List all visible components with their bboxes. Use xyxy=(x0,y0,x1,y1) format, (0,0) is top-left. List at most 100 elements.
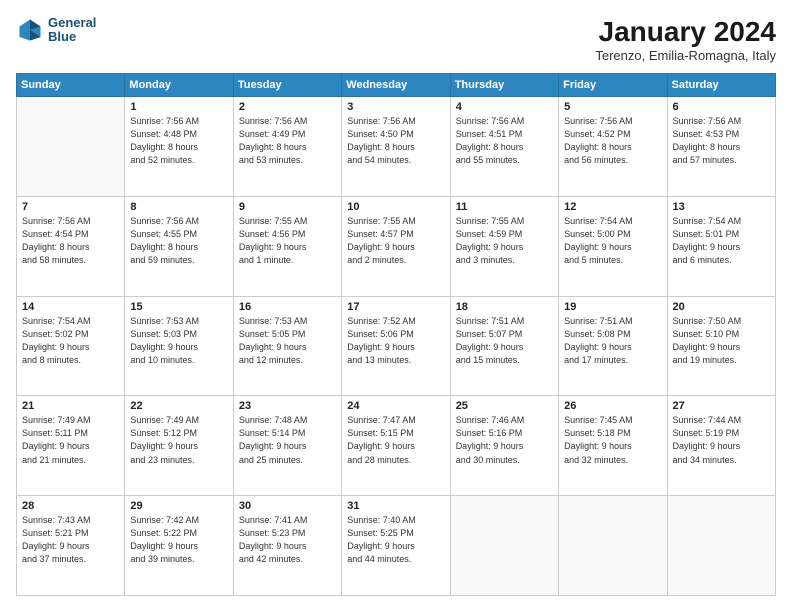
day-info: Sunrise: 7:49 AMSunset: 5:11 PMDaylight:… xyxy=(22,414,119,466)
day-number: 24 xyxy=(347,400,444,412)
day-info: Sunrise: 7:48 AMSunset: 5:14 PMDaylight:… xyxy=(239,414,336,466)
day-number: 23 xyxy=(239,400,336,412)
day-info: Sunrise: 7:56 AMSunset: 4:54 PMDaylight:… xyxy=(22,215,119,267)
day-number: 31 xyxy=(347,500,444,512)
col-sunday: Sunday xyxy=(17,74,125,97)
day-number: 8 xyxy=(130,201,227,213)
table-row: 15 Sunrise: 7:53 AMSunset: 5:03 PMDayligh… xyxy=(125,296,233,396)
table-row: 24 Sunrise: 7:47 AMSunset: 5:15 PMDayligh… xyxy=(342,396,450,496)
header: General Blue January 2024 Terenzo, Emili… xyxy=(16,16,776,63)
day-number: 16 xyxy=(239,301,336,313)
day-info: Sunrise: 7:45 AMSunset: 5:18 PMDaylight:… xyxy=(564,414,661,466)
calendar-week-row: 21 Sunrise: 7:49 AMSunset: 5:11 PMDayligh… xyxy=(17,396,776,496)
day-number: 25 xyxy=(456,400,553,412)
calendar-week-row: 7 Sunrise: 7:56 AMSunset: 4:54 PMDaylight… xyxy=(17,196,776,296)
day-info: Sunrise: 7:56 AMSunset: 4:53 PMDaylight:… xyxy=(673,115,770,167)
col-friday: Friday xyxy=(559,74,667,97)
day-info: Sunrise: 7:50 AMSunset: 5:10 PMDaylight:… xyxy=(673,315,770,367)
day-number: 29 xyxy=(130,500,227,512)
logo: General Blue xyxy=(16,16,96,45)
day-info: Sunrise: 7:53 AMSunset: 5:03 PMDaylight:… xyxy=(130,315,227,367)
day-number: 4 xyxy=(456,101,553,113)
day-number: 10 xyxy=(347,201,444,213)
day-info: Sunrise: 7:53 AMSunset: 5:05 PMDaylight:… xyxy=(239,315,336,367)
table-row: 14 Sunrise: 7:54 AMSunset: 5:02 PMDayligh… xyxy=(17,296,125,396)
day-number: 2 xyxy=(239,101,336,113)
day-info: Sunrise: 7:51 AMSunset: 5:07 PMDaylight:… xyxy=(456,315,553,367)
logo-icon xyxy=(16,16,44,44)
table-row: 10 Sunrise: 7:55 AMSunset: 4:57 PMDayligh… xyxy=(342,196,450,296)
table-row xyxy=(559,496,667,596)
day-number: 5 xyxy=(564,101,661,113)
day-info: Sunrise: 7:49 AMSunset: 5:12 PMDaylight:… xyxy=(130,414,227,466)
day-info: Sunrise: 7:56 AMSunset: 4:55 PMDaylight:… xyxy=(130,215,227,267)
day-number: 30 xyxy=(239,500,336,512)
day-info: Sunrise: 7:47 AMSunset: 5:15 PMDaylight:… xyxy=(347,414,444,466)
table-row xyxy=(667,496,775,596)
day-info: Sunrise: 7:56 AMSunset: 4:52 PMDaylight:… xyxy=(564,115,661,167)
day-info: Sunrise: 7:55 AMSunset: 4:56 PMDaylight:… xyxy=(239,215,336,267)
day-info: Sunrise: 7:40 AMSunset: 5:25 PMDaylight:… xyxy=(347,514,444,566)
page: General Blue January 2024 Terenzo, Emili… xyxy=(0,0,792,612)
table-row: 13 Sunrise: 7:54 AMSunset: 5:01 PMDayligh… xyxy=(667,196,775,296)
table-row: 7 Sunrise: 7:56 AMSunset: 4:54 PMDaylight… xyxy=(17,196,125,296)
col-monday: Monday xyxy=(125,74,233,97)
table-row: 28 Sunrise: 7:43 AMSunset: 5:21 PMDayligh… xyxy=(17,496,125,596)
day-number: 28 xyxy=(22,500,119,512)
table-row: 12Sunrise: 7:54 AMSunset: 5:00 PMDayligh… xyxy=(559,196,667,296)
day-number: 21 xyxy=(22,400,119,412)
day-info: Sunrise: 7:43 AMSunset: 5:21 PMDaylight:… xyxy=(22,514,119,566)
day-number: 1 xyxy=(130,101,227,113)
day-info: Sunrise: 7:56 AMSunset: 4:49 PMDaylight:… xyxy=(239,115,336,167)
table-row: 22Sunrise: 7:49 AMSunset: 5:12 PMDayligh… xyxy=(125,396,233,496)
day-number: 13 xyxy=(673,201,770,213)
table-row: 1 Sunrise: 7:56 AMSunset: 4:48 PMDaylight… xyxy=(125,97,233,197)
title-block: January 2024 Terenzo, Emilia-Romagna, It… xyxy=(595,16,776,63)
col-saturday: Saturday xyxy=(667,74,775,97)
table-row: 30 Sunrise: 7:41 AMSunset: 5:23 PMDayligh… xyxy=(233,496,341,596)
table-row: 5 Sunrise: 7:56 AMSunset: 4:52 PMDaylight… xyxy=(559,97,667,197)
day-number: 27 xyxy=(673,400,770,412)
table-row: 2 Sunrise: 7:56 AMSunset: 4:49 PMDaylight… xyxy=(233,97,341,197)
day-info: Sunrise: 7:41 AMSunset: 5:23 PMDaylight:… xyxy=(239,514,336,566)
day-info: Sunrise: 7:56 AMSunset: 4:50 PMDaylight:… xyxy=(347,115,444,167)
table-row: 29Sunrise: 7:42 AMSunset: 5:22 PMDayligh… xyxy=(125,496,233,596)
calendar-week-row: 14 Sunrise: 7:54 AMSunset: 5:02 PMDayligh… xyxy=(17,296,776,396)
table-row: 18 Sunrise: 7:51 AMSunset: 5:07 PMDayligh… xyxy=(450,296,558,396)
day-number: 20 xyxy=(673,301,770,313)
day-number: 12 xyxy=(564,201,661,213)
day-number: 14 xyxy=(22,301,119,313)
table-row: 9 Sunrise: 7:55 AMSunset: 4:56 PMDaylight… xyxy=(233,196,341,296)
table-row: 25 Sunrise: 7:46 AMSunset: 5:16 PMDayligh… xyxy=(450,396,558,496)
day-number: 9 xyxy=(239,201,336,213)
table-row: 11 Sunrise: 7:55 AMSunset: 4:59 PMDayligh… xyxy=(450,196,558,296)
day-info: Sunrise: 7:56 AMSunset: 4:51 PMDaylight:… xyxy=(456,115,553,167)
table-row xyxy=(450,496,558,596)
table-row: 3 Sunrise: 7:56 AMSunset: 4:50 PMDaylight… xyxy=(342,97,450,197)
day-info: Sunrise: 7:54 AMSunset: 5:02 PMDaylight:… xyxy=(22,315,119,367)
day-info: Sunrise: 7:44 AMSunset: 5:19 PMDaylight:… xyxy=(673,414,770,466)
table-row: 31 Sunrise: 7:40 AMSunset: 5:25 PMDayligh… xyxy=(342,496,450,596)
table-row: 17 Sunrise: 7:52 AMSunset: 5:06 PMDayligh… xyxy=(342,296,450,396)
day-info: Sunrise: 7:51 AMSunset: 5:08 PMDaylight:… xyxy=(564,315,661,367)
day-info: Sunrise: 7:55 AMSunset: 4:59 PMDaylight:… xyxy=(456,215,553,267)
day-info: Sunrise: 7:54 AMSunset: 5:01 PMDaylight:… xyxy=(673,215,770,267)
day-number: 7 xyxy=(22,201,119,213)
day-info: Sunrise: 7:55 AMSunset: 4:57 PMDaylight:… xyxy=(347,215,444,267)
day-number: 17 xyxy=(347,301,444,313)
day-number: 11 xyxy=(456,201,553,213)
day-info: Sunrise: 7:52 AMSunset: 5:06 PMDaylight:… xyxy=(347,315,444,367)
calendar-week-row: 1 Sunrise: 7:56 AMSunset: 4:48 PMDaylight… xyxy=(17,97,776,197)
day-info: Sunrise: 7:46 AMSunset: 5:16 PMDaylight:… xyxy=(456,414,553,466)
table-row: 27 Sunrise: 7:44 AMSunset: 5:19 PMDayligh… xyxy=(667,396,775,496)
day-number: 18 xyxy=(456,301,553,313)
table-row xyxy=(17,97,125,197)
col-thursday: Thursday xyxy=(450,74,558,97)
day-number: 15 xyxy=(130,301,227,313)
table-row: 4 Sunrise: 7:56 AMSunset: 4:51 PMDaylight… xyxy=(450,97,558,197)
table-row: 8 Sunrise: 7:56 AMSunset: 4:55 PMDaylight… xyxy=(125,196,233,296)
day-info: Sunrise: 7:56 AMSunset: 4:48 PMDaylight:… xyxy=(130,115,227,167)
day-number: 3 xyxy=(347,101,444,113)
logo-line1: General xyxy=(48,16,96,30)
location: Terenzo, Emilia-Romagna, Italy xyxy=(595,48,776,63)
